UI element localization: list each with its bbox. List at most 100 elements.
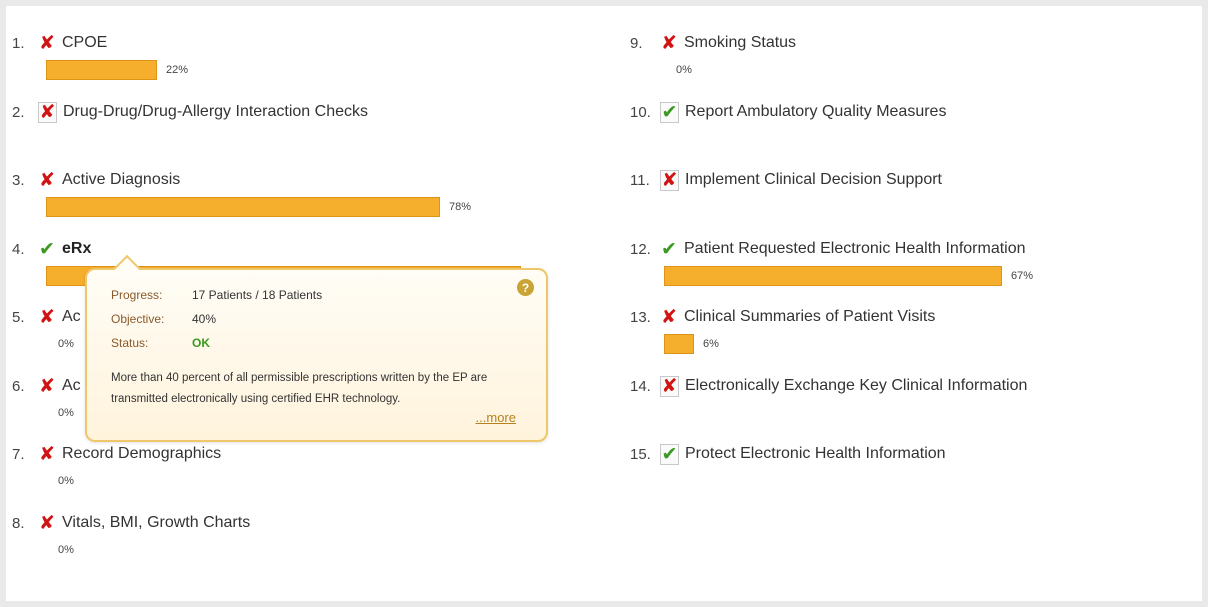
measure-number: 12. — [630, 240, 651, 258]
measure-label[interactable]: Implement Clinical Decision Support — [685, 171, 942, 189]
progress-percent: 0% — [58, 407, 74, 419]
tooltip-progress-row: Progress: 17 Patients / 18 Patients — [111, 288, 322, 302]
tooltip-status-label: Status: — [111, 336, 149, 350]
tooltip-progress-value: 17 Patients / 18 Patients — [192, 288, 323, 302]
check-icon: ✔ — [660, 101, 679, 123]
measure-number: 9. — [630, 34, 643, 52]
x-icon: ✘ — [39, 443, 55, 465]
measure-label[interactable]: Vitals, BMI, Growth Charts — [62, 514, 250, 532]
measure-label[interactable]: Ac — [62, 308, 81, 326]
measure-item: 8. ✘ Vitals, BMI, Growth Charts 0% — [12, 512, 572, 578]
measure-number: 10. — [630, 103, 651, 121]
measure-title-row: 3. ✘ Active Diagnosis — [12, 169, 572, 191]
measure-item: 15. ✔ Protect Electronic Health Informatio… — [630, 443, 1190, 509]
tooltip-objective-row: Objective: 40% — [111, 312, 216, 326]
measure-item: 9. ✘ Smoking Status 0% — [630, 32, 1190, 98]
x-icon: ✘ — [39, 512, 55, 534]
measure-label[interactable]: Ac — [62, 377, 81, 395]
progress-bar — [46, 60, 157, 80]
progress-percent: 0% — [58, 544, 74, 556]
progress-line: 78% — [46, 195, 572, 219]
measure-item: 11. ✘ Implement Clinical Decision Support — [630, 169, 1190, 235]
measure-item: 7. ✘ Record Demographics 0% — [12, 443, 572, 509]
measure-title-row: 8. ✘ Vitals, BMI, Growth Charts — [12, 512, 572, 534]
tooltip-status-row: Status: OK — [111, 336, 210, 350]
measure-item: 13. ✘ Clinical Summaries of Patient Visits… — [630, 306, 1190, 372]
progress-line: 22% — [46, 58, 572, 82]
measure-number: 4. — [12, 240, 25, 258]
check-icon: ✔ — [661, 238, 677, 260]
progress-percent: 0% — [58, 338, 74, 350]
measure-item: 1. ✘ CPOE 22% — [12, 32, 572, 98]
progress-line: 0% — [46, 469, 572, 493]
x-icon: ✘ — [660, 169, 679, 191]
measure-item: 10. ✔ Report Ambulatory Quality Measures — [630, 101, 1190, 167]
measure-title-row: 4. ✔ eRx — [12, 238, 572, 260]
measure-number: 14. — [630, 377, 651, 395]
progress-percent: 78% — [449, 201, 472, 213]
measure-number: 2. — [12, 103, 25, 121]
measure-number: 11. — [630, 171, 650, 189]
progress-bar — [664, 266, 1002, 286]
measure-item: 3. ✘ Active Diagnosis 78% — [12, 169, 572, 235]
measure-number: 6. — [12, 377, 25, 395]
measure-number: 3. — [12, 171, 25, 189]
measure-label[interactable]: CPOE — [62, 34, 107, 52]
measure-label[interactable]: Drug-Drug/Drug-Allergy Interaction Check… — [63, 103, 368, 121]
measure-title-row: 11. ✘ Implement Clinical Decision Support — [630, 169, 1190, 191]
x-icon: ✘ — [661, 32, 677, 54]
measure-title-row: 15. ✔ Protect Electronic Health Informatio… — [630, 443, 1190, 465]
progress-line: 6% — [664, 332, 1190, 356]
more-link[interactable]: ...more — [476, 410, 516, 425]
measure-label[interactable]: eRx — [62, 240, 91, 258]
measure-title-row: 14. ✘ Electronically Exchange Key Clinical… — [630, 375, 1190, 397]
measure-number: 1. — [12, 34, 25, 52]
measure-title-row: 10. ✔ Report Ambulatory Quality Measures — [630, 101, 1190, 123]
measure-title-row: 12. ✔ Patient Requested Electronic Health … — [630, 238, 1190, 260]
measure-title-row: 13. ✘ Clinical Summaries of Patient Visits — [630, 306, 1190, 328]
progress-percent: 67% — [1011, 270, 1034, 282]
x-icon: ✘ — [39, 32, 55, 54]
progress-line: 0% — [664, 58, 1190, 82]
x-icon: ✘ — [39, 306, 55, 328]
tooltip-objective-value: 40% — [192, 312, 217, 326]
progress-line: 67% — [664, 264, 1190, 288]
measure-title-row: 7. ✘ Record Demographics — [12, 443, 572, 465]
tooltip-progress-label: Progress: — [111, 288, 163, 302]
measure-item: 12. ✔ Patient Requested Electronic Health … — [630, 238, 1190, 304]
measure-number: 5. — [12, 308, 25, 326]
measure-label[interactable]: Patient Requested Electronic Health Info… — [684, 240, 1026, 258]
x-icon: ✘ — [660, 375, 679, 397]
progress-percent: 22% — [166, 64, 189, 76]
progress-percent: 6% — [703, 338, 719, 350]
x-icon: ✘ — [39, 375, 55, 397]
measure-title-row: 1. ✘ CPOE — [12, 32, 572, 54]
measure-label[interactable]: Electronically Exchange Key Clinical Inf… — [685, 377, 1027, 395]
progress-line: 0% — [46, 538, 572, 562]
measure-number: 13. — [630, 308, 651, 326]
x-icon: ✘ — [39, 169, 55, 191]
progress-percent: 0% — [676, 64, 692, 76]
measure-item: 14. ✘ Electronically Exchange Key Clinical… — [630, 375, 1190, 441]
measure-label[interactable]: Record Demographics — [62, 445, 221, 463]
tooltip-objective-label: Objective: — [111, 312, 165, 326]
measure-title-row: 2. ✘ Drug-Drug/Drug-Allergy Interaction Ch… — [12, 101, 572, 123]
measure-label[interactable]: Protect Electronic Health Information — [685, 445, 946, 463]
x-icon: ✘ — [661, 306, 677, 328]
progress-percent: 0% — [58, 475, 74, 487]
erx-tooltip: ? Progress: 17 Patients / 18 Patients Ob… — [85, 254, 548, 442]
measure-number: 8. — [12, 514, 25, 532]
measure-label[interactable]: Report Ambulatory Quality Measures — [685, 103, 946, 121]
help-icon[interactable]: ? — [517, 279, 534, 296]
measure-label[interactable]: Active Diagnosis — [62, 171, 180, 189]
measure-label[interactable]: Clinical Summaries of Patient Visits — [684, 308, 935, 326]
tooltip-description: More than 40 percent of all permissible … — [111, 372, 488, 405]
progress-bar — [46, 197, 440, 217]
measure-number: 15. — [630, 445, 651, 463]
progress-bar — [664, 334, 694, 354]
x-icon: ✘ — [38, 101, 57, 123]
measure-number: 7. — [12, 445, 25, 463]
measure-label[interactable]: Smoking Status — [684, 34, 796, 52]
tooltip-status-value: OK — [192, 336, 210, 350]
measure-title-row: 9. ✘ Smoking Status — [630, 32, 1190, 54]
